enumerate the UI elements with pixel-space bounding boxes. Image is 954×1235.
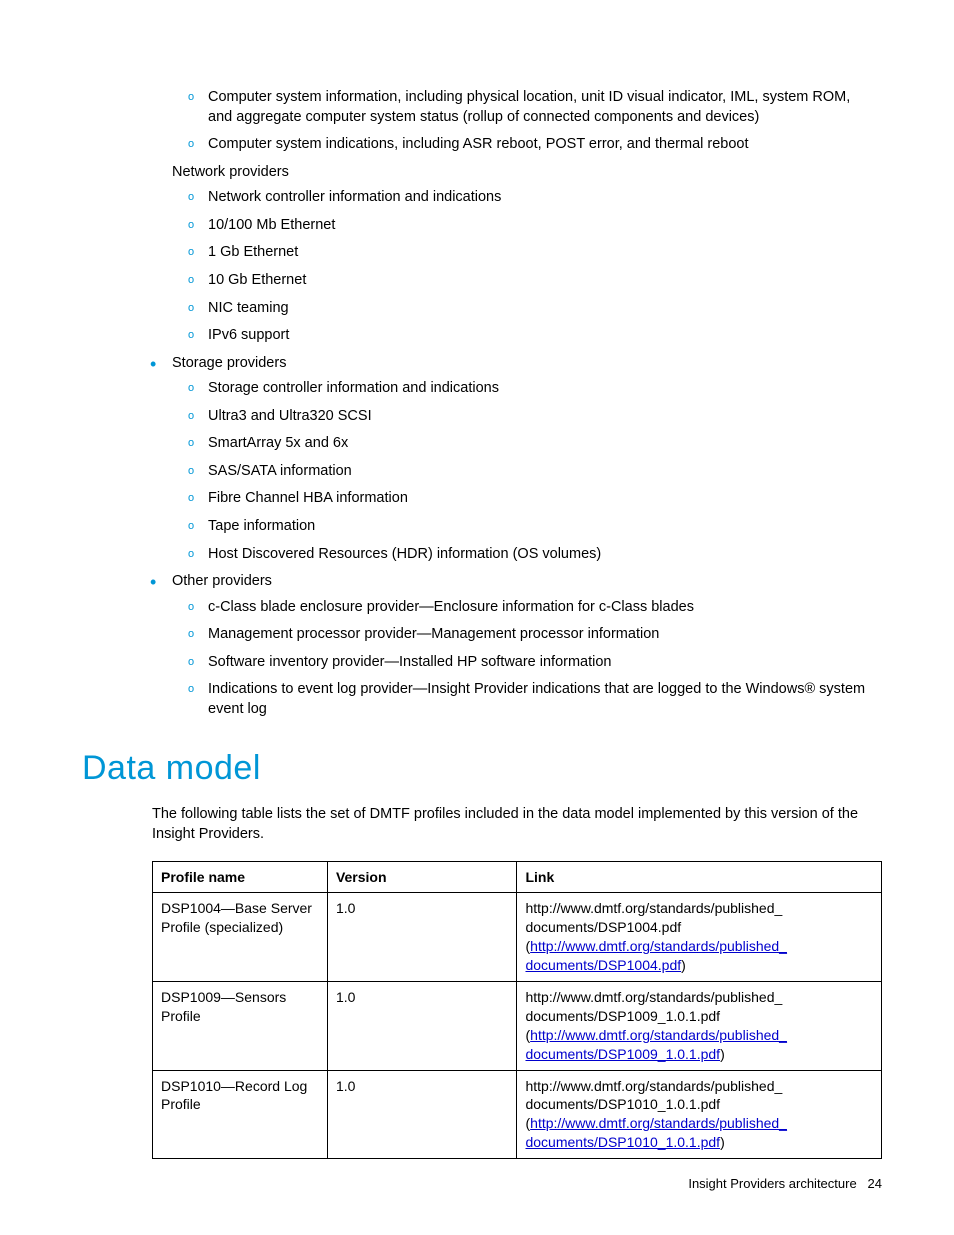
list-item: Tape information [208,517,882,537]
list-item: Software inventory provider—Installed HP… [208,653,882,673]
cell-version: 1.0 [327,981,517,1070]
list-item: Storage controller information and indic… [208,379,882,399]
profile-link[interactable]: http://www.dmtf.org/standards/published_… [525,938,786,973]
link-plain-text: http://www.dmtf.org/standards/published_… [525,900,782,935]
list-item: 10/100 Mb Ethernet [208,216,882,236]
list-item: Indications to event log provider—Insigh… [208,680,882,719]
sublist: Network controller information and indic… [172,188,882,345]
table-row: DSP1004—Base Server Profile (specialized… [153,893,882,982]
list-item: Host Discovered Resources (HDR) informat… [208,545,882,565]
profiles-table: Profile name Version Link DSP1004—Base S… [152,861,882,1160]
list-item: 1 Gb Ethernet [208,243,882,263]
cell-profile-name: DSP1010—Record Log Profile [153,1070,328,1159]
list-item: Computer system information, including p… [208,88,882,127]
table-row: DSP1009—Sensors Profile1.0http://www.dmt… [153,981,882,1070]
provider-group-label: Storage providers [172,355,286,371]
list-item: 10 Gb Ethernet [208,271,882,291]
section-heading: Data model [82,746,882,792]
cell-link: http://www.dmtf.org/standards/published_… [517,893,882,982]
list-item: Network controller information and indic… [208,188,882,208]
cell-link: http://www.dmtf.org/standards/published_… [517,981,882,1070]
col-profile-name: Profile name [153,861,328,893]
provider-group-label: Other providers [172,573,272,589]
intro-paragraph: The following table lists the set of DMT… [152,805,882,844]
link-plain-text: http://www.dmtf.org/standards/published_… [525,1078,782,1113]
table-header-row: Profile name Version Link [153,861,882,893]
continuation-list: ul.level1 > li:first-child::before{conte… [82,88,882,155]
provider-group: Storage providers Storage controller info… [172,354,882,565]
sublist: c-Class blade enclosure provider—Enclosu… [172,598,882,720]
link-plain-text: http://www.dmtf.org/standards/published_… [525,989,782,1024]
list-item: Ultra3 and Ultra320 SCSI [208,407,882,427]
footer-section: Insight Providers architecture [688,1176,856,1191]
profile-link[interactable]: http://www.dmtf.org/standards/published_… [525,1115,786,1150]
page-footer: Insight Providers architecture 24 [688,1175,882,1193]
profile-link[interactable]: http://www.dmtf.org/standards/published_… [525,1027,786,1062]
footer-page-number: 24 [868,1176,882,1191]
table-row: DSP1010—Record Log Profile1.0http://www.… [153,1070,882,1159]
list-item: SmartArray 5x and 6x [208,434,882,454]
list-item: SAS/SATA information [208,462,882,482]
cell-version: 1.0 [327,1070,517,1159]
list-item: NIC teaming [208,299,882,319]
col-link: Link [517,861,882,893]
provider-list: Network providers Network controller info… [82,163,882,720]
cell-link: http://www.dmtf.org/standards/published_… [517,1070,882,1159]
list-item: Computer system indications, including A… [208,135,882,155]
list-item: Fibre Channel HBA information [208,489,882,509]
cell-version: 1.0 [327,893,517,982]
continuation-item: ul.level1 > li:first-child::before{conte… [172,88,882,155]
list-item: c-Class blade enclosure provider—Enclosu… [208,598,882,618]
sublist: Storage controller information and indic… [172,379,882,564]
cell-profile-name: DSP1004—Base Server Profile (specialized… [153,893,328,982]
list-item: Management processor provider—Management… [208,625,882,645]
sublist: Computer system information, including p… [172,88,882,155]
provider-group: Other providers c-Class blade enclosure p… [172,572,882,719]
provider-group: Network providers Network controller info… [172,163,882,346]
list-item: IPv6 support [208,326,882,346]
provider-group-label: Network providers [172,164,289,180]
cell-profile-name: DSP1009—Sensors Profile [153,981,328,1070]
col-version: Version [327,861,517,893]
